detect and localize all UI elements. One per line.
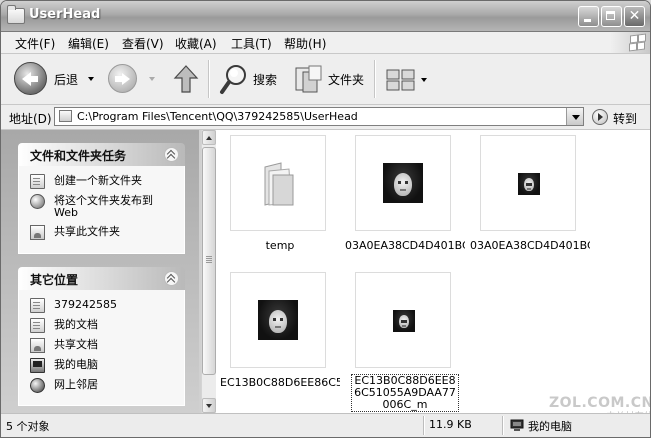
collapse-icon[interactable] [164, 271, 179, 286]
menu-favorites[interactable]: 收藏(A) [175, 35, 217, 52]
avatar-image [258, 300, 298, 340]
toolbar-separator [208, 60, 210, 98]
status-separator [423, 416, 425, 435]
tasks-panel-title: 文件和文件夹任务 [30, 149, 127, 163]
task-label: 共享此文件夹 [54, 225, 120, 238]
task-label: 将这个文件夹发布到 Web [54, 194, 153, 219]
toolbar: 后退 搜索 文件夹 [1, 54, 650, 105]
vertical-scrollbar[interactable] [201, 130, 216, 413]
folder-icon [30, 298, 45, 313]
views-icon[interactable] [386, 69, 416, 91]
windows-logo-icon [610, 32, 650, 53]
folder-icon [264, 162, 294, 206]
back-arrow-icon [22, 72, 38, 86]
forward-dropdown-icon[interactable] [149, 77, 155, 81]
chevron-down-icon [572, 115, 580, 120]
menu-edit[interactable]: 编辑(E) [68, 35, 109, 52]
tasks-panel-body: 创建一个新文件夹 将这个文件夹发布到 Web 共享此文件夹 [18, 166, 185, 254]
tasks-panel-header[interactable]: 文件和文件夹任务 [18, 143, 185, 166]
address-dropdown-button[interactable] [566, 108, 583, 125]
file-name: EC13B0C88D6EE86C51055A9DAA77006C_m [351, 374, 459, 412]
title-bar[interactable]: UserHead ✕ [1, 1, 650, 32]
new-folder-icon [30, 174, 45, 189]
menu-tools[interactable]: 工具(T) [231, 35, 272, 52]
explorer-window: UserHead ✕ 文件(F) 编辑(E) 查看(V) 收藏(A) 工具(T)… [0, 0, 651, 438]
places-panel: 其它位置 379242585 我的文档 共享文档 我的电脑 网上邻居 [18, 267, 185, 406]
place-label: 我的文档 [54, 318, 98, 331]
folder-icon [59, 110, 72, 122]
thumbnail-frame [230, 135, 326, 231]
maximize-button[interactable] [601, 6, 622, 27]
publish-web-icon [30, 194, 45, 209]
file-name: EC13B0C88D6EE86C5... [220, 376, 340, 389]
address-bar: 地址(D) C:\Program Files\Tencent\QQ\379242… [1, 105, 650, 130]
status-bar: 5 个对象 11.9 KB 我的电脑 [1, 413, 650, 437]
back-button[interactable] [14, 62, 47, 95]
file-name: temp [265, 239, 295, 252]
go-arrow-icon[interactable] [592, 109, 608, 125]
search-label[interactable]: 搜索 [253, 71, 277, 88]
my-computer-icon [30, 358, 45, 373]
my-documents-icon [30, 318, 45, 333]
thumbnail-frame [355, 272, 451, 368]
task-pane: 文件和文件夹任务 创建一个新文件夹 将这个文件夹发布到 Web 共享此文件夹 其… [1, 130, 199, 413]
task-label: 创建一个新文件夹 [54, 174, 142, 187]
folders-label[interactable]: 文件夹 [328, 71, 364, 88]
places-panel-body: 379242585 我的文档 共享文档 我的电脑 网上邻居 [18, 290, 185, 406]
go-button[interactable]: 转到 [613, 110, 637, 127]
places-panel-header[interactable]: 其它位置 [18, 267, 185, 290]
shared-documents-icon [30, 338, 45, 353]
minimize-button[interactable] [578, 6, 599, 27]
scroll-thumb[interactable] [202, 147, 216, 375]
status-separator [502, 416, 504, 435]
menu-view[interactable]: 查看(V) [122, 35, 164, 52]
search-icon[interactable] [219, 63, 249, 95]
status-size: 11.9 KB [429, 418, 472, 431]
address-input[interactable]: C:\Program Files\Tencent\QQ\379242585\Us… [54, 107, 584, 126]
menu-file[interactable]: 文件(F) [15, 35, 55, 52]
forward-arrow-icon [115, 73, 130, 85]
file-name: 03A0EA38CD4D401BC... [470, 239, 590, 252]
avatar-image [383, 163, 423, 203]
status-location: 我的电脑 [528, 420, 572, 433]
toolbar-separator [374, 60, 376, 98]
place-label: 网上邻居 [54, 378, 98, 391]
address-label: 地址(D) [9, 112, 52, 126]
menu-bar: 文件(F) 编辑(E) 查看(V) 收藏(A) 工具(T) 帮助(H) [1, 32, 650, 54]
place-label: 379242585 [54, 298, 117, 311]
scroll-up-button[interactable] [202, 130, 216, 145]
address-path[interactable]: C:\Program Files\Tencent\QQ\379242585\Us… [77, 110, 358, 123]
my-computer-icon [510, 419, 524, 431]
avatar-image [393, 310, 415, 332]
close-icon: ✕ [628, 8, 641, 24]
share-folder-icon [30, 225, 45, 240]
places-panel-title: 其它位置 [30, 273, 79, 287]
up-folder-icon[interactable] [173, 64, 199, 94]
thumbnail-frame [230, 272, 326, 368]
collapse-icon[interactable] [164, 147, 179, 162]
window-title: UserHead [29, 7, 101, 22]
thumbnail-frame [480, 135, 576, 231]
menu-help[interactable]: 帮助(H) [284, 35, 326, 52]
thumbnail-frame [355, 135, 451, 231]
network-places-icon [30, 378, 45, 393]
back-dropdown-icon[interactable] [88, 77, 94, 81]
views-dropdown-icon[interactable] [421, 78, 427, 82]
file-name: 03A0EA38CD4D401BC... [345, 239, 465, 252]
status-object-count: 5 个对象 [6, 420, 50, 433]
scroll-down-button[interactable] [202, 398, 216, 413]
folders-icon[interactable] [293, 64, 323, 94]
file-view: temp 03A0EA38CD4D401BC... 03A0EA38CD4D40… [216, 130, 650, 413]
place-label: 我的电脑 [54, 358, 98, 371]
close-button[interactable]: ✕ [624, 6, 645, 27]
tasks-panel: 文件和文件夹任务 创建一个新文件夹 将这个文件夹发布到 Web 共享此文件夹 [18, 143, 185, 254]
avatar-image [518, 173, 540, 195]
folder-icon [7, 5, 25, 24]
forward-button[interactable] [108, 64, 137, 93]
back-label[interactable]: 后退 [54, 71, 78, 88]
place-label: 共享文档 [54, 338, 98, 351]
